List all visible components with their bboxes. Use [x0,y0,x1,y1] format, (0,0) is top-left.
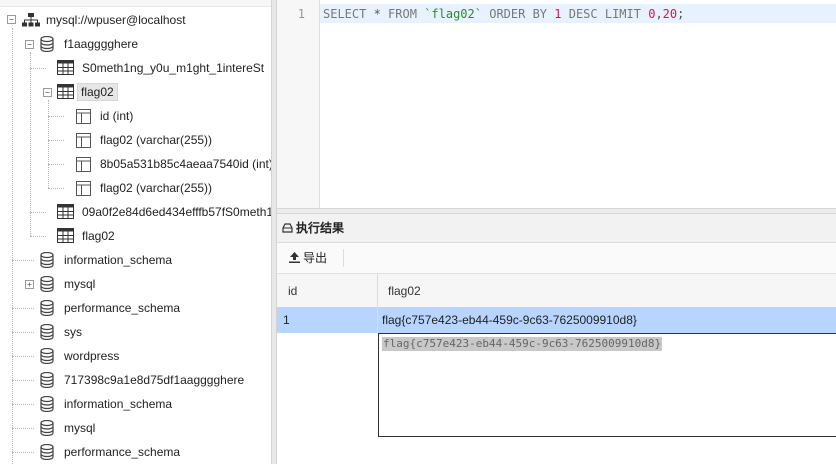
tree-db[interactable]: wordpress [61,346,122,366]
grid-header: id flag02 [277,274,836,309]
collapse-toggle[interactable]: − [25,40,34,49]
database-icon [40,36,54,52]
tree-column[interactable]: flag02 (varchar(255)) [97,178,215,198]
database-icon [40,324,54,340]
table-icon [57,84,74,99]
network-icon [22,13,40,27]
hdd-icon [282,223,293,233]
tree-connection[interactable]: mysql://wpuser@localhost [43,10,189,30]
cell-value-editor[interactable]: flag{c757e423-eb44-459c-9c63-7625009910d… [378,333,836,437]
sql-code[interactable]: SELECT * FROM `flag02` ORDER BY 1 DESC L… [323,7,684,21]
column-icon [76,133,91,148]
column-header-id[interactable]: id [288,274,297,308]
sql-editor[interactable]: 1 SELECT * FROM `flag02` ORDER BY 1 DESC… [277,0,836,208]
collapse-toggle[interactable]: − [7,15,16,24]
cell-id[interactable]: 1 [283,307,290,333]
tree-column[interactable]: id (int) [97,106,136,126]
sql-keyword: SELECT [323,7,367,21]
database-icon [40,300,54,316]
line-number: 1 [297,7,305,21]
column-icon [76,109,91,124]
tree-table-something[interactable]: S0meth1ng_y0u_m1ght_1intereSt [79,58,267,78]
tree-db[interactable]: information_schema [61,394,175,414]
collapse-toggle[interactable]: − [43,88,52,97]
tree-db[interactable]: 717398c9a1e8d75df1aagggghere [61,370,247,390]
tree-table-flag02-selected[interactable]: flag02 [77,82,118,102]
tree-db[interactable]: mysql [61,274,98,294]
schema-tree: − mysql://wpuser@localhost − f1aaggggher… [0,0,271,464]
database-icon [40,396,54,412]
cell-value-text: flag{c757e423-eb44-459c-9c63-7625009910d… [382,337,663,351]
tree-db[interactable]: sys [61,322,85,342]
export-label: 导出 [303,251,328,265]
database-icon [40,348,54,364]
tree-column[interactable]: 8b05a531b85c4aeaa7540id (int) [97,154,271,174]
toolbar-divider [343,249,344,267]
result-header: 执行结果 [277,214,836,243]
column-divider [377,274,378,333]
tree-db[interactable]: information_schema [61,250,175,270]
tree-db[interactable]: mysql [61,418,98,438]
column-header-flag02[interactable]: flag02 [388,274,421,308]
tree-db[interactable]: performance_schema [61,442,183,462]
sql-table-name: `flag02` [424,7,482,21]
table-icon [57,204,74,219]
export-icon [289,252,300,263]
tree-top-edge [0,0,271,7]
column-icon [76,181,91,196]
tree-db-f1aagggghere[interactable]: f1aagggghere [61,34,141,54]
line-gutter: 1 [277,0,320,208]
database-icon [40,276,54,292]
database-icon [40,252,54,268]
table-icon [57,228,74,243]
tree-db[interactable]: performance_schema [61,298,183,318]
database-icon [40,420,54,436]
cell-flag02[interactable]: flag{c757e423-eb44-459c-9c63-7625009910d… [382,307,637,333]
column-icon [76,157,91,172]
table-row[interactable]: 1 flag{c757e423-eb44-459c-9c63-762500991… [277,307,836,333]
connection-label: mysql://wpuser@localhost [46,13,186,27]
table-icon [57,60,74,75]
database-icon [40,372,54,388]
expand-toggle[interactable]: + [25,280,34,289]
result-panel: 执行结果 导出 id flag02 1 flag{c757e423-eb44-4… [277,214,836,464]
tree-column[interactable]: flag02 (varchar(255)) [97,130,215,150]
database-icon [40,444,54,460]
tree-table-flag02[interactable]: flag02 [79,226,118,246]
result-title: 执行结果 [296,221,345,235]
tree-table-09a0f[interactable]: 09a0f2e84d6ed434efffb57fS0meth1ng [79,202,271,222]
export-button[interactable]: 导出 [287,249,327,267]
result-toolbar: 导出 [277,243,836,274]
